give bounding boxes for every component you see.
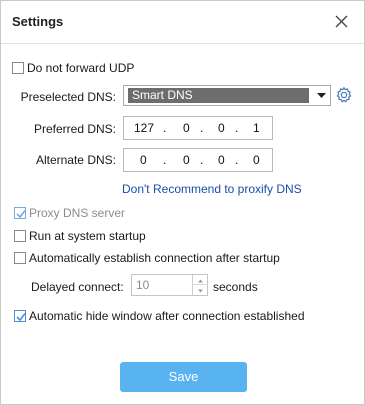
- checkmark-icon: [16, 210, 26, 219]
- close-button[interactable]: [331, 12, 351, 32]
- alternate-dns-label: Alternate DNS:: [35, 153, 116, 167]
- auto-hide-checkbox[interactable]: [14, 310, 26, 322]
- delayed-connect-label: Delayed connect:: [31, 280, 124, 294]
- ip-octet: 0: [140, 153, 147, 167]
- title-bar: Settings: [1, 1, 364, 43]
- alternate-dns-input[interactable]: 0 . 0 . 0 . 0: [123, 148, 273, 172]
- chevron-down-icon: [317, 93, 326, 98]
- preselected-dns-label: Preselected DNS:: [20, 90, 116, 104]
- ip-octet: 0: [183, 153, 190, 167]
- preselected-dns-value: Smart DNS: [128, 88, 309, 103]
- dns-settings-button[interactable]: [335, 86, 353, 107]
- auto-connect-label: Automatically establish connection after…: [29, 251, 280, 265]
- ip-separator: .: [200, 153, 204, 167]
- stepper-down-button[interactable]: [193, 285, 208, 295]
- preselected-dns-select[interactable]: Smart DNS: [123, 85, 331, 106]
- close-icon: [335, 15, 348, 28]
- preferred-dns-input[interactable]: 127 . 0 . 0 . 1: [123, 116, 273, 140]
- auto-connect-checkbox[interactable]: [14, 252, 26, 264]
- do-not-forward-udp-label: Do not forward UDP: [27, 61, 135, 75]
- ip-octet: 0: [218, 153, 225, 167]
- ip-separator: .: [235, 121, 239, 135]
- title-divider: [1, 43, 364, 44]
- run-at-startup-checkbox[interactable]: [14, 230, 26, 242]
- dns-recommend-link[interactable]: Don't Recommend to proxify DNS: [122, 182, 302, 196]
- delayed-connect-unit: seconds: [213, 280, 258, 294]
- save-button[interactable]: Save: [120, 362, 247, 392]
- ip-octet: 0: [218, 121, 225, 135]
- preferred-dns-label: Preferred DNS:: [33, 122, 116, 136]
- ip-octet: 127: [134, 121, 155, 135]
- auto-hide-label: Automatic hide window after connection e…: [29, 309, 305, 323]
- stepper-up-button[interactable]: [193, 275, 208, 285]
- settings-dialog: Settings Do not forward UDP Preselected …: [0, 0, 365, 405]
- proxy-dns-server-label: Proxy DNS server: [29, 206, 126, 220]
- proxy-dns-server-checkbox[interactable]: [14, 207, 26, 219]
- ip-separator: .: [163, 153, 167, 167]
- chevron-down-icon: [198, 289, 203, 293]
- delayed-connect-value: 10: [136, 278, 150, 292]
- ip-separator: .: [235, 153, 239, 167]
- run-at-startup-label: Run at system startup: [29, 229, 146, 243]
- stepper-buttons: [192, 275, 208, 295]
- ip-octet: 1: [253, 121, 260, 135]
- ip-octet: 0: [183, 121, 190, 135]
- dialog-title: Settings: [12, 14, 64, 29]
- do-not-forward-udp-checkbox[interactable]: [12, 62, 24, 74]
- gear-icon: [336, 86, 352, 103]
- ip-octet: 0: [253, 153, 260, 167]
- ip-separator: .: [200, 121, 204, 135]
- ip-separator: .: [163, 121, 167, 135]
- checkmark-icon: [16, 313, 26, 322]
- delayed-connect-stepper[interactable]: 10: [131, 274, 208, 296]
